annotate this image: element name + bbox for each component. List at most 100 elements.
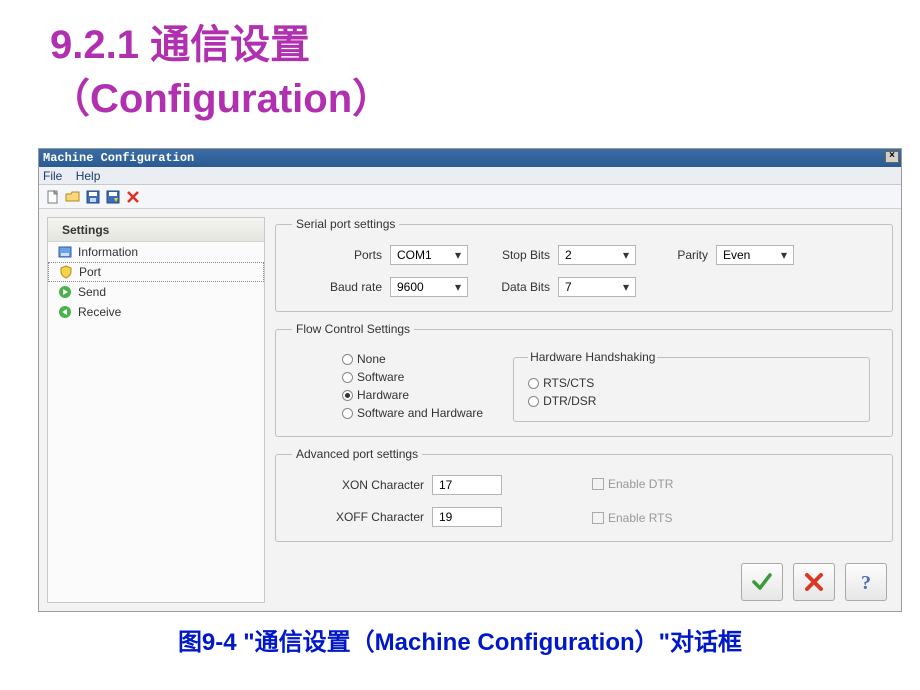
machine-configuration-window: Machine Configuration × File Help Settin… [38, 148, 902, 612]
sidebar-item-label: Receive [78, 302, 121, 322]
flow-label: Software and Hardware [357, 406, 483, 420]
chevron-down-icon: ▾ [617, 278, 635, 296]
databits-combo[interactable]: 7 ▾ [558, 277, 636, 297]
parity-combo[interactable]: Even ▾ [716, 245, 794, 265]
delete-icon[interactable] [125, 189, 141, 205]
ok-button[interactable] [741, 563, 783, 601]
enable-rts-label: Enable RTS [608, 511, 672, 525]
chevron-down-icon: ▾ [449, 278, 467, 296]
flow-control-group: Flow Control Settings None Software [275, 322, 893, 437]
radio-selected-icon [342, 390, 353, 401]
window-title-text: Machine Configuration [43, 151, 194, 165]
menu-help[interactable]: Help [76, 169, 101, 183]
cross-icon [803, 571, 825, 593]
hw-label: RTS/CTS [543, 376, 594, 390]
content-area: Settings Information Port Send [39, 209, 901, 611]
advanced-port-settings-group: Advanced port settings XON Character 17 … [275, 447, 893, 542]
stopbits-combo[interactable]: 2 ▾ [558, 245, 636, 265]
radio-icon [342, 354, 353, 365]
ports-label: Ports [292, 248, 390, 262]
settings-sidebar: Settings Information Port Send [47, 217, 265, 603]
stopbits-label: Stop Bits [468, 248, 558, 262]
cancel-button[interactable] [793, 563, 835, 601]
chevron-down-icon: ▾ [775, 246, 793, 264]
enable-rts-checkbox: Enable RTS [592, 509, 673, 527]
databits-label: Data Bits [468, 280, 558, 294]
flow-legend: Flow Control Settings [292, 322, 414, 336]
save-as-icon[interactable] [105, 189, 121, 205]
dialog-footer-buttons: ? [741, 563, 887, 601]
menu-bar: File Help [39, 167, 901, 185]
baud-value: 9600 [397, 280, 424, 294]
slide-title-line2: （Configuration） [50, 72, 920, 126]
window-titlebar: Machine Configuration × [39, 149, 901, 167]
sidebar-item-information[interactable]: Information [48, 242, 264, 262]
xon-input[interactable]: 17 [432, 475, 502, 495]
chevron-down-icon: ▾ [617, 246, 635, 264]
hw-radio-rtscts[interactable]: RTS/CTS [528, 374, 855, 392]
sidebar-item-label: Port [79, 262, 101, 282]
flow-label: None [357, 352, 386, 366]
figure-caption: 图9-4 "通信设置（Machine Configuration）"对话框 [0, 622, 920, 657]
flow-label: Hardware [357, 388, 409, 402]
check-icon [750, 570, 774, 594]
sidebar-item-receive[interactable]: Receive [48, 302, 264, 322]
ports-combo[interactable]: COM1 ▾ [390, 245, 468, 265]
sidebar-header: Settings [48, 218, 264, 242]
checkbox-icon [592, 512, 604, 524]
radio-icon [342, 408, 353, 419]
shield-icon [59, 265, 73, 279]
enable-dtr-label: Enable DTR [608, 477, 673, 491]
flow-label: Software [357, 370, 404, 384]
xon-value: 17 [439, 478, 452, 492]
flow-radio-hardware[interactable]: Hardware [342, 386, 483, 404]
sidebar-item-port[interactable]: Port [48, 262, 264, 282]
xoff-input[interactable]: 19 [432, 507, 502, 527]
ports-value: COM1 [397, 248, 432, 262]
arrow-left-icon [58, 305, 72, 319]
serial-legend: Serial port settings [292, 217, 399, 231]
hw-label: DTR/DSR [543, 394, 596, 408]
serial-port-settings-group: Serial port settings Ports COM1 ▾ Stop B… [275, 217, 893, 312]
slide-title-line1: 9.2.1 通信设置 [50, 23, 310, 67]
close-icon: × [889, 151, 895, 162]
window-close-button[interactable]: × [885, 151, 899, 163]
baud-combo[interactable]: 9600 ▾ [390, 277, 468, 297]
xoff-label: XOFF Character [322, 510, 432, 524]
sidebar-item-label: Information [78, 242, 138, 262]
toolbar [39, 185, 901, 209]
main-panel: Serial port settings Ports COM1 ▾ Stop B… [275, 217, 893, 603]
flow-radio-none[interactable]: None [342, 350, 483, 368]
flow-radio-software[interactable]: Software [342, 368, 483, 386]
hardware-handshaking-group: Hardware Handshaking RTS/CTS DTR/DSR [513, 350, 870, 422]
hw-radio-dtrdsr[interactable]: DTR/DSR [528, 392, 855, 410]
advanced-legend: Advanced port settings [292, 447, 422, 461]
parity-label: Parity [636, 248, 716, 262]
question-icon: ? [855, 571, 877, 593]
svg-text:?: ? [861, 572, 871, 593]
radio-icon [528, 378, 539, 389]
sidebar-item-send[interactable]: Send [48, 282, 264, 302]
checkbox-icon [592, 478, 604, 490]
slide-title: 9.2.1 通信设置 （Configuration） [0, 0, 920, 126]
open-folder-icon[interactable] [65, 189, 81, 205]
radio-icon [528, 396, 539, 407]
save-icon[interactable] [85, 189, 101, 205]
baud-label: Baud rate [292, 280, 390, 294]
arrow-right-icon [58, 285, 72, 299]
sidebar-item-label: Send [78, 282, 106, 302]
xon-label: XON Character [322, 478, 432, 492]
menu-file[interactable]: File [43, 169, 62, 183]
databits-value: 7 [565, 280, 572, 294]
xoff-value: 19 [439, 510, 452, 524]
enable-dtr-checkbox: Enable DTR [592, 475, 673, 493]
new-file-icon[interactable] [45, 189, 61, 205]
chevron-down-icon: ▾ [449, 246, 467, 264]
help-button[interactable]: ? [845, 563, 887, 601]
disk-icon [58, 245, 72, 259]
radio-icon [342, 372, 353, 383]
parity-value: Even [723, 248, 750, 262]
hw-legend: Hardware Handshaking [528, 350, 657, 364]
flow-radio-sw-hw[interactable]: Software and Hardware [342, 404, 483, 422]
stopbits-value: 2 [565, 248, 572, 262]
